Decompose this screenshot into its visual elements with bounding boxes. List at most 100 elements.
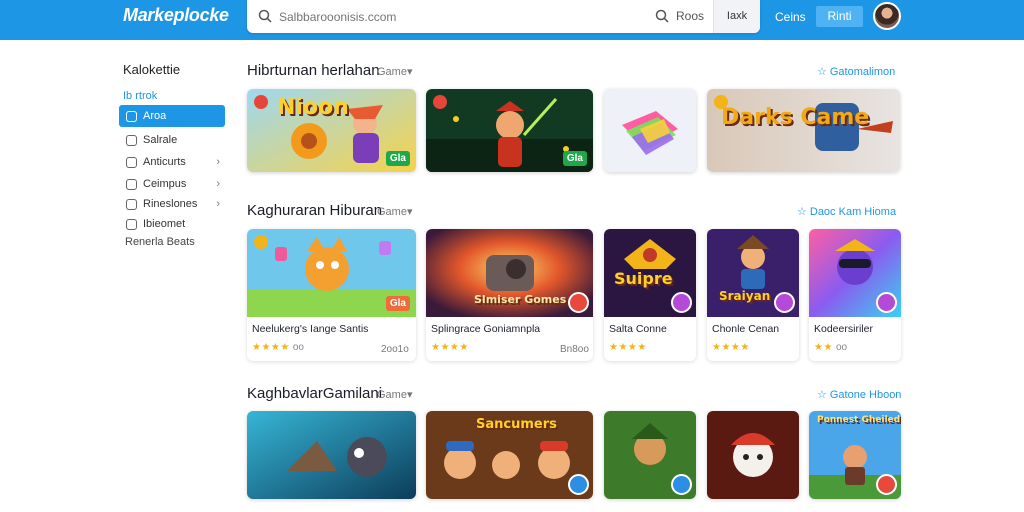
game-meta: Bn8oo (560, 344, 589, 355)
game-art-title: Sraiyan (719, 289, 771, 303)
game-art-frame: Slmiser Gomes (426, 229, 593, 317)
game-art (247, 411, 416, 499)
rating-stars: ★★ oo (814, 342, 847, 353)
section-tag-label: Game (377, 66, 407, 78)
section-link-label: Daoc Kam Hioma (809, 206, 897, 218)
search-icon[interactable] (655, 9, 669, 23)
app-logo-icon (604, 89, 696, 172)
verified-badge-icon (568, 474, 589, 495)
chevron-right-icon: › (216, 156, 220, 168)
section-link[interactable]: ☆ Daoc Kam Hioma (797, 205, 896, 218)
search-input[interactable] (279, 8, 579, 26)
game-art-title: Ponnest Gheiled (817, 415, 901, 425)
app-badge-icon (671, 292, 692, 313)
game-art-title: Suipre (614, 269, 673, 288)
section-tag[interactable]: Game▾ (377, 65, 413, 78)
rating-stars: ★★★★ (431, 342, 469, 353)
sidebar-item-label: Ceimpus (143, 178, 187, 190)
sidebar-item-aroa[interactable]: Aroa (119, 105, 225, 127)
search-label[interactable]: Roos (676, 9, 704, 23)
section-tag-label: Game (377, 389, 407, 401)
game-art-title: Slmiser Gomes (474, 293, 567, 306)
review-count: oo (292, 342, 304, 353)
sidebar-title: Kalokettie (123, 62, 181, 77)
game-art (707, 89, 900, 172)
game-card[interactable]: Gla Neelukerg's Iange Santis ★★★★ oo 2oo1… (247, 229, 416, 361)
price-tag: Gla (385, 296, 410, 311)
star-icon: ☆ (817, 389, 827, 401)
game-name: Chonle Cenan (712, 323, 780, 335)
stars-value: ★★★★ (609, 342, 647, 353)
header-link[interactable]: Ceins (775, 10, 806, 24)
menu-icon (126, 218, 137, 230)
hot-badge-icon (254, 235, 268, 249)
sidebar-item-label: Ibieomet (143, 218, 186, 230)
top-bar: Markeplocke Roos Iaxk Ceins Rinti (0, 0, 1024, 40)
game-card[interactable]: Slmiser Gomes Splingrace Goniamnpla ★★★★… (426, 229, 593, 361)
game-card[interactable]: Nioon Gla (247, 89, 416, 172)
sidebar-item-label: Salrale (143, 134, 178, 146)
sidebar-item-label: Aroa (143, 110, 167, 122)
stars-value: ★★ (814, 342, 833, 353)
app-badge-icon (876, 292, 897, 313)
logo[interactable]: Markeplocke (123, 5, 229, 26)
section-title: KaghbavlarGamilani (247, 385, 383, 402)
sidebar-item-anticurts[interactable]: Anticurts › (119, 151, 225, 173)
game-card[interactable]: Sraiyan Chonle Cenan ★★★★ (707, 229, 799, 361)
sidebar-item-salrale[interactable]: Salrale (119, 129, 225, 151)
hot-badge-icon (433, 95, 447, 109)
sidebar-footer-link[interactable]: Renerla Beats (125, 236, 195, 248)
search-button[interactable]: Iaxk (713, 0, 760, 33)
game-card[interactable]: Sancumers (426, 411, 593, 499)
game-art-title: Darks Came (721, 105, 870, 130)
game-card[interactable]: Gla (426, 89, 593, 172)
game-art-title: Nioon (277, 95, 349, 120)
section-title: Hibrturnan herlahan (247, 62, 380, 79)
section-tag[interactable]: Game▾ (377, 205, 413, 218)
game-art-frame: Gla (247, 229, 416, 317)
app-badge-icon (876, 474, 897, 495)
chevron-right-icon: › (216, 178, 220, 190)
game-card[interactable] (247, 411, 416, 499)
sidebar-item-ibieomet[interactable]: Ibieomet (119, 213, 225, 235)
sidebar-item-label: Rineslones (143, 198, 198, 210)
review-count: oo (835, 342, 848, 353)
avatar[interactable] (873, 2, 901, 30)
sidebar-item-rineslones[interactable]: Rineslones › (119, 193, 225, 215)
game-art-frame: Suipre (604, 229, 696, 317)
menu-icon (126, 134, 137, 146)
section-link-label: Gatone Hboon (829, 389, 902, 401)
game-card[interactable] (604, 89, 696, 172)
rating-stars: ★★★★ (712, 342, 750, 353)
section-tag[interactable]: Game▾ (377, 388, 413, 401)
game-card[interactable]: Darks Came (707, 89, 900, 172)
chevron-right-icon: › (216, 198, 220, 210)
game-card[interactable]: Ponnest Gheiled (809, 411, 901, 499)
section-link[interactable]: ☆ Gatone Hboon (817, 388, 901, 401)
rating-stars: ★★★★ oo (252, 342, 304, 353)
app-badge-icon (568, 292, 589, 313)
sidebar-item-ceimpus[interactable]: Ceimpus › (119, 173, 225, 195)
sidebar-item-label: Anticurts (143, 156, 186, 168)
section-title: Kaghuraran Hiburan (247, 202, 383, 219)
game-art-frame (809, 229, 901, 317)
game-art-frame: Sraiyan (707, 229, 799, 317)
section-tag-label: Game (377, 206, 407, 218)
rating-stars: ★★★★ (609, 342, 647, 353)
section-link[interactable]: ☆ Gatomalimon (817, 65, 895, 78)
header-button[interactable]: Rinti (816, 6, 863, 27)
price-tag: Gla (385, 151, 410, 166)
game-card[interactable]: Kodeersiriler ★★ oo (809, 229, 901, 361)
game-name: Splingrace Goniamnpla (431, 323, 541, 335)
game-name: Salta Conne (609, 323, 667, 335)
game-art (707, 411, 799, 499)
section-link-label: Gatomalimon (829, 66, 896, 78)
stars-value: ★★★★ (252, 342, 290, 353)
hot-badge-icon (714, 95, 728, 109)
game-card[interactable] (604, 411, 696, 499)
stars-value: ★★★★ (712, 342, 750, 353)
sidebar-subtitle[interactable]: Ib rtrok (123, 90, 157, 102)
stars-value: ★★★★ (431, 342, 469, 353)
game-card[interactable]: Suipre Salta Conne ★★★★ (604, 229, 696, 361)
game-card[interactable] (707, 411, 799, 499)
